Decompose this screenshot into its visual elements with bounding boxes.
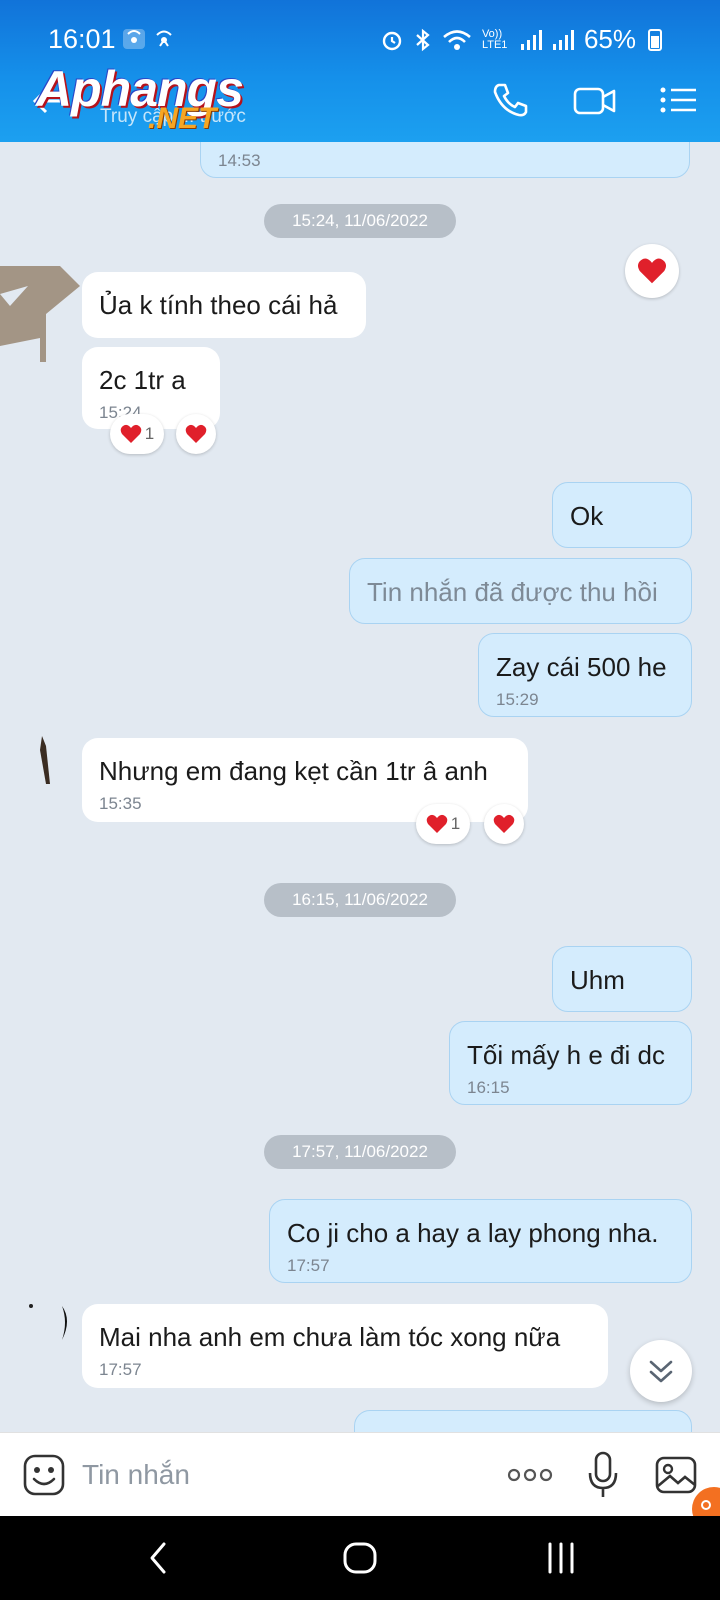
heart-icon [185,424,207,443]
message-text: Ok [570,501,604,531]
reaction-count: 1 [450,814,461,833]
nav-back-icon[interactable] [146,1538,170,1578]
message-bubble-out[interactable]: Ok [552,482,692,548]
battery-icon [648,28,662,51]
sender-avatar[interactable] [0,266,80,362]
double-chevron-down-icon [649,1360,673,1383]
hotspot-icon [122,28,146,55]
battery-percent: 65% [583,24,636,54]
nav-home-icon[interactable] [340,1538,380,1578]
message-text: Uhm [570,965,625,995]
message-text: Mai nha anh em chưa làm tóc xong nữa [99,1322,561,1352]
message-bubble-out[interactable]: Co ji cho a hay a lay phong nha. 17:57 [269,1199,692,1283]
sticker-icon[interactable] [22,1453,66,1497]
phone-icon[interactable] [490,80,530,120]
system-nav-bar [0,1516,720,1600]
message-input-bar: Tin nhắn [0,1432,720,1517]
message-bubble-in[interactable]: Ủa k tính theo cái hả [82,272,366,338]
message-bubble-out[interactable]: 14:53 [200,142,690,178]
more-options-icon[interactable] [506,1463,554,1487]
message-time: 16:15 [467,1078,510,1097]
date-separator: 17:57, 11/06/2022 [264,1135,456,1169]
top-bar: 16:01 Vo)) LTE1 65% Truy cập ... trước A… [0,0,720,142]
floating-bubble-icon[interactable] [690,1485,720,1517]
scroll-to-bottom-button[interactable] [630,1340,692,1402]
status-bar: 16:01 Vo)) LTE1 65% [0,0,720,58]
heart-icon [637,258,667,284]
message-text: Nhưng em đang kẹt cần 1tr â anh [99,756,488,786]
wifi-icon [443,29,471,50]
hotspot-icon [152,28,176,55]
network-label: Vo)) LTE1 [481,27,508,51]
message-input[interactable]: Tin nhắn [82,1459,190,1491]
message-bubble-out[interactable]: Tối mấy h e đi dc 16:15 [449,1021,692,1105]
video-call-icon[interactable] [572,80,618,120]
heart-icon [426,814,448,833]
message-bubble-out[interactable]: Uhm [552,946,692,1012]
signal-icon [552,29,574,50]
message-time: 17:57 [287,1256,330,1275]
watermark-logo-suffix: .NET [148,102,217,135]
message-time: 17:57 [99,1360,142,1379]
bluetooth-icon [416,28,430,51]
react-button[interactable] [176,414,216,454]
message-time: 14:53 [218,151,261,170]
date-separator: 15:24, 11/06/2022 [264,204,456,238]
chat-header: Truy cập ... trước Aphangs .NET [0,58,720,142]
message-time: 15:35 [99,794,142,813]
message-text: Co ji cho a hay a lay phong nha. [287,1218,659,1248]
signal-icon [520,29,542,50]
message-time: 15:29 [496,690,539,709]
react-button[interactable] [484,804,524,844]
reaction-button[interactable] [625,244,679,298]
nav-recents-icon[interactable] [544,1538,578,1578]
message-text: Ủa k tính theo cái hả [99,290,338,320]
message-bubble-in[interactable]: Mai nha anh em chưa làm tóc xong nữa 17:… [82,1304,608,1388]
heart-icon [493,814,515,833]
reaction-count-badge[interactable]: 1 [416,804,470,844]
status-time: 16:01 [48,24,116,54]
message-text: Tin nhắn đã được thu hồi [367,577,658,607]
menu-list-icon[interactable] [658,80,700,120]
message-text: Zay cái 500 he [496,652,667,682]
message-bubble-recalled[interactable]: Tin nhắn đã được thu hồi [349,558,692,624]
date-separator: 16:15, 11/06/2022 [264,883,456,917]
reaction-count: 1 [144,424,155,443]
heart-icon [120,424,142,443]
message-bubble-out[interactable]: Zay cái 500 he 15:29 [478,633,692,717]
status-right: Vo)) LTE1 65% [380,24,662,55]
message-text: Tối mấy h e đi dc [467,1040,665,1070]
message-bubble-out[interactable] [354,1410,692,1432]
message-list[interactable]: 14:53 15:24, 11/06/2022 Ủa k tính theo c… [0,142,720,1432]
microphone-icon[interactable] [586,1451,620,1499]
sender-avatar[interactable] [28,1302,72,1346]
reaction-count-badge[interactable]: 1 [110,414,164,454]
message-text: 2c 1tr a [99,365,186,395]
sender-avatar[interactable] [36,736,56,786]
alarm-icon [382,31,402,50]
